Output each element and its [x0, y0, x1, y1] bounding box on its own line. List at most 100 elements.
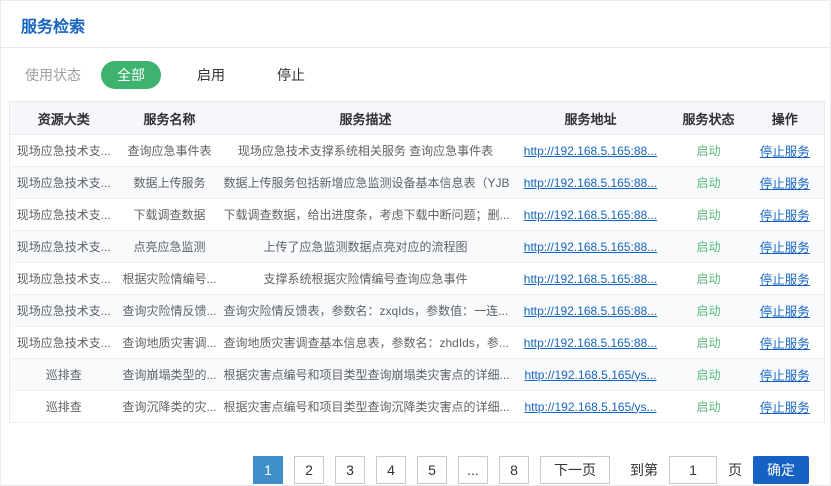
page-button-5[interactable]: 5	[417, 456, 447, 484]
stop-service-link[interactable]: 停止服务	[760, 241, 810, 255]
cell-category: 巡排查	[10, 391, 118, 423]
cell-action: 停止服务	[746, 231, 825, 263]
cell-name: 查询地质灾害调...	[118, 327, 222, 359]
page-buttons: 12345... 8	[253, 456, 529, 484]
status-text: 启动	[696, 368, 720, 382]
cell-action: 停止服务	[746, 263, 825, 295]
stop-service-link[interactable]: 停止服务	[760, 273, 810, 287]
cell-name: 根据灾险情编号...	[118, 263, 222, 295]
cell-status: 启动	[672, 295, 746, 327]
cell-description: 上传了应急监测数据点亮对应的流程图	[222, 231, 510, 263]
filter-bar: 使用状态 全部启用停止	[1, 48, 830, 101]
cell-status: 启动	[672, 263, 746, 295]
header-row: 资源大类 服务名称 服务描述 服务地址 服务状态 操作	[10, 102, 825, 135]
goto-page-prefix: 到第	[630, 460, 658, 480]
page-button-1[interactable]: 1	[253, 456, 283, 484]
stop-service-link[interactable]: 停止服务	[760, 145, 810, 159]
cell-url: http://192.168.5.165:88...	[510, 327, 672, 359]
pagination: 12345... 8 下一页 到第 页 确定	[1, 456, 830, 484]
cell-description: 下载调查数据，给出进度条，考虑下载中断问题；删...	[222, 199, 510, 231]
cell-url: http://192.168.5.165:88...	[510, 199, 672, 231]
service-url-link[interactable]: http://192.168.5.165/ys...	[524, 400, 656, 414]
stop-service-link[interactable]: 停止服务	[760, 337, 810, 351]
service-search-panel: 服务检索 使用状态 全部启用停止 资源大类 服务名称 服务描述 服务地址 服务状…	[0, 0, 831, 486]
cell-description: 查询灾险情反馈表，参数名：zxqIds，参数值：一连...	[222, 295, 510, 327]
status-text: 启动	[696, 304, 720, 318]
stop-service-link[interactable]: 停止服务	[760, 209, 810, 223]
col-header-status: 服务状态	[672, 102, 746, 135]
status-filter-tabs: 全部启用停止	[101, 61, 321, 89]
cell-status: 启动	[672, 199, 746, 231]
cell-status: 启动	[672, 327, 746, 359]
page-button-8[interactable]: 8	[499, 456, 529, 484]
cell-status: 启动	[672, 391, 746, 423]
stop-service-link[interactable]: 停止服务	[760, 369, 810, 383]
status-text: 启动	[696, 272, 720, 286]
cell-name: 查询崩塌类型的...	[118, 359, 222, 391]
cell-action: 停止服务	[746, 295, 825, 327]
next-page-button[interactable]: 下一页	[540, 456, 610, 484]
table-row: 巡排查查询崩塌类型的...根据灾害点编号和项目类型查询崩塌类灾害点的详细...h…	[10, 359, 825, 391]
page-header: 服务检索	[1, 1, 830, 48]
filter-tab-2[interactable]: 停止	[261, 61, 321, 89]
cell-action: 停止服务	[746, 391, 825, 423]
page-button-4[interactable]: 4	[376, 456, 406, 484]
cell-category: 现场应急技术支...	[10, 167, 118, 199]
col-header-description: 服务描述	[222, 102, 510, 135]
cell-description: 根据灾害点编号和项目类型查询沉降类灾害点的详细...	[222, 391, 510, 423]
service-url-link[interactable]: http://192.168.5.165:88...	[524, 272, 657, 286]
stop-service-link[interactable]: 停止服务	[760, 177, 810, 191]
cell-url: http://192.168.5.165:88...	[510, 295, 672, 327]
filter-tab-0[interactable]: 全部	[101, 61, 161, 89]
service-url-link[interactable]: http://192.168.5.165:88...	[524, 176, 657, 190]
cell-name: 查询应急事件表	[118, 135, 222, 167]
stop-service-link[interactable]: 停止服务	[760, 401, 810, 415]
cell-description: 查询地质灾害调查基本信息表，参数名：zhdIds，参...	[222, 327, 510, 359]
service-url-link[interactable]: http://192.168.5.165/ys...	[524, 368, 656, 382]
filter-label: 使用状态	[25, 65, 81, 85]
services-table: 资源大类 服务名称 服务描述 服务地址 服务状态 操作 现场应急技术支...查询…	[9, 101, 825, 423]
col-header-category: 资源大类	[10, 102, 118, 135]
page-title: 服务检索	[21, 13, 810, 37]
cell-name: 查询沉降类的灾...	[118, 391, 222, 423]
cell-action: 停止服务	[746, 199, 825, 231]
stop-service-link[interactable]: 停止服务	[760, 305, 810, 319]
col-header-url: 服务地址	[510, 102, 672, 135]
cell-status: 启动	[672, 167, 746, 199]
service-url-link[interactable]: http://192.168.5.165:88...	[524, 208, 657, 222]
services-table-body: 现场应急技术支...查询应急事件表现场应急技术支撑系统相关服务 查询应急事件表h…	[10, 135, 825, 423]
services-table-head: 资源大类 服务名称 服务描述 服务地址 服务状态 操作	[10, 102, 825, 135]
confirm-page-button[interactable]: 确定	[753, 456, 809, 484]
cell-url: http://192.168.5.165/ys...	[510, 359, 672, 391]
table-row: 现场应急技术支...点亮应急监测上传了应急监测数据点亮对应的流程图http://…	[10, 231, 825, 263]
cell-description: 支撑系统根据灾险情编号查询应急事件	[222, 263, 510, 295]
cell-category: 现场应急技术支...	[10, 135, 118, 167]
cell-description: 根据灾害点编号和项目类型查询崩塌类灾害点的详细...	[222, 359, 510, 391]
table-row: 现场应急技术支...查询灾险情反馈...查询灾险情反馈表，参数名：zxqIds，…	[10, 295, 825, 327]
cell-category: 现场应急技术支...	[10, 231, 118, 263]
goto-page-input[interactable]	[669, 456, 717, 484]
goto-page-suffix: 页	[728, 460, 742, 480]
page-button-3[interactable]: 3	[335, 456, 365, 484]
service-url-link[interactable]: http://192.168.5.165:88...	[524, 336, 657, 350]
status-text: 启动	[696, 240, 720, 254]
cell-category: 现场应急技术支...	[10, 295, 118, 327]
cell-name: 查询灾险情反馈...	[118, 295, 222, 327]
cell-url: http://192.168.5.165/ys...	[510, 391, 672, 423]
service-url-link[interactable]: http://192.168.5.165:88...	[524, 240, 657, 254]
page-button-2[interactable]: 2	[294, 456, 324, 484]
cell-category: 现场应急技术支...	[10, 199, 118, 231]
service-url-link[interactable]: http://192.168.5.165:88...	[524, 304, 657, 318]
cell-status: 启动	[672, 135, 746, 167]
table-row: 现场应急技术支...下载调查数据下载调查数据，给出进度条，考虑下载中断问题；删.…	[10, 199, 825, 231]
table-row: 巡排查查询沉降类的灾...根据灾害点编号和项目类型查询沉降类灾害点的详细... h…	[10, 391, 825, 423]
filter-tab-1[interactable]: 启用	[181, 61, 241, 89]
cell-category: 现场应急技术支...	[10, 263, 118, 295]
status-text: 启动	[696, 176, 720, 190]
col-header-action: 操作	[746, 102, 825, 135]
cell-name: 下载调查数据	[118, 199, 222, 231]
status-text: 启动	[696, 336, 720, 350]
cell-action: 停止服务	[746, 167, 825, 199]
page-ellipsis-button[interactable]: ...	[458, 456, 488, 484]
service-url-link[interactable]: http://192.168.5.165:88...	[524, 144, 657, 158]
